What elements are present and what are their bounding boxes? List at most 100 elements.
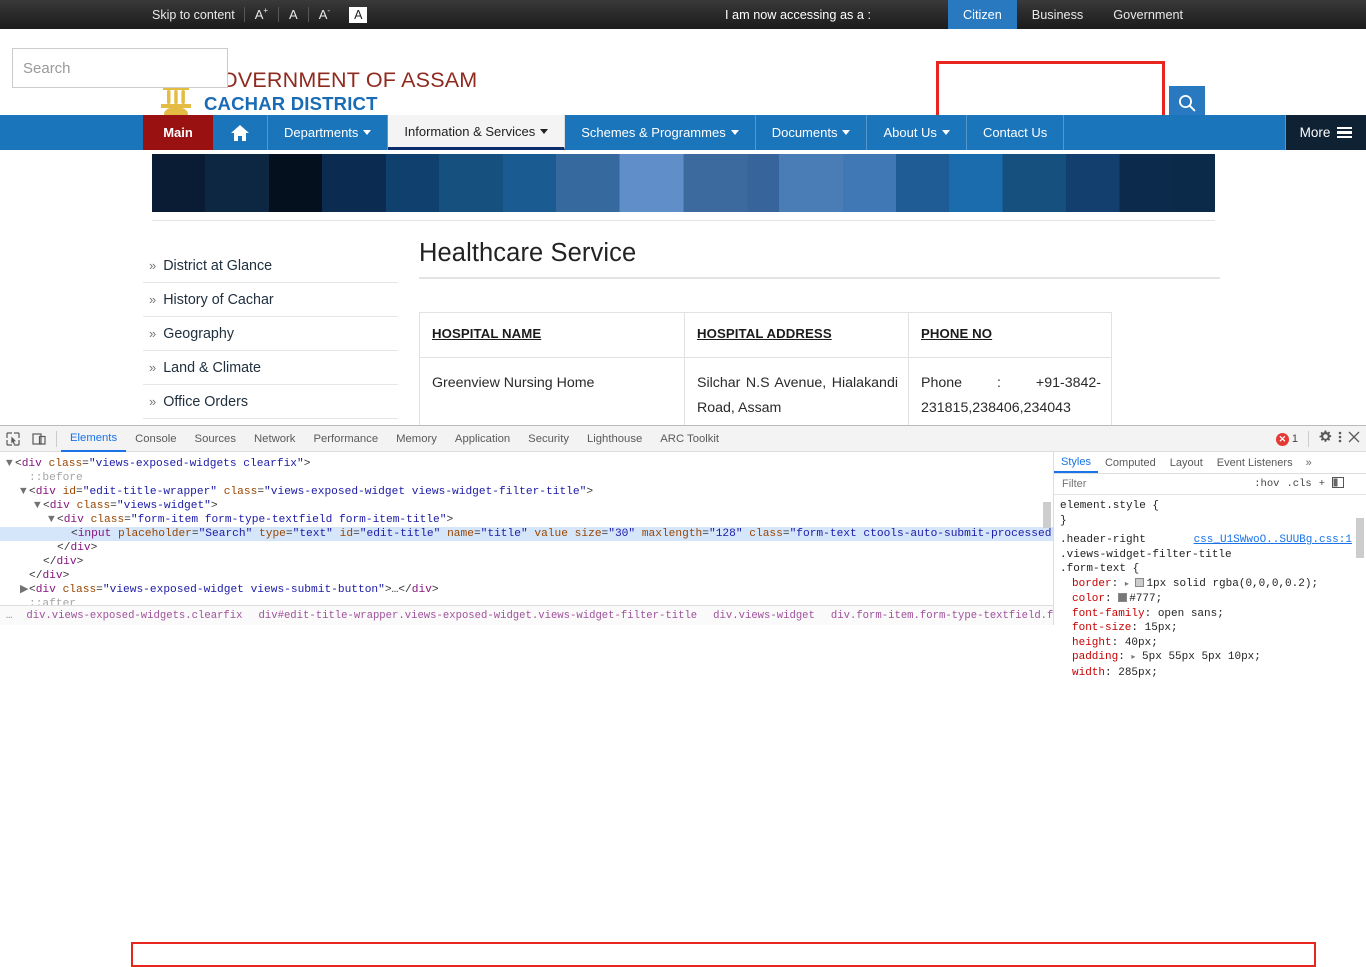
breadcrumb-overflow[interactable]: … bbox=[0, 610, 18, 622]
sidebar-item-office-orders[interactable]: » Office Orders bbox=[143, 385, 398, 419]
skip-to-content-link[interactable]: Skip to content bbox=[152, 8, 244, 22]
tab-lighthouse[interactable]: Lighthouse bbox=[578, 426, 651, 452]
dom-tree-line[interactable]: ▼ <div class="views-widget"> bbox=[0, 499, 1053, 513]
nav-item-documents[interactable]: Documents bbox=[756, 115, 868, 150]
dom-tree-line[interactable]: <input placeholder="Search" type="text" … bbox=[0, 527, 1053, 541]
font-normal-button[interactable]: A bbox=[279, 8, 308, 21]
nav-home-button[interactable] bbox=[213, 115, 268, 150]
tab-arc-toolkit[interactable]: ARC Toolkit bbox=[651, 426, 728, 452]
breadcrumb-item[interactable]: div.views-exposed-widgets.clearfix bbox=[18, 610, 250, 622]
styles-more-tabs-button[interactable]: » bbox=[1300, 452, 1318, 473]
high-contrast-button[interactable]: A bbox=[349, 6, 368, 23]
expand-shorthand-icon[interactable]: ▸ bbox=[1131, 653, 1135, 662]
expand-shorthand-icon[interactable]: ▸ bbox=[1125, 580, 1129, 589]
sidebar-item-geography[interactable]: » Geography bbox=[143, 317, 398, 351]
search-input[interactable] bbox=[12, 48, 228, 88]
style-property[interactable]: font-family bbox=[1072, 608, 1145, 620]
element-style-open[interactable]: element.style { bbox=[1060, 499, 1366, 514]
tab-event-listeners[interactable]: Event Listeners bbox=[1210, 452, 1300, 473]
style-value[interactable]: 1px solid rgba(0,0,0,0.2); bbox=[1146, 578, 1318, 590]
style-property[interactable]: padding bbox=[1072, 651, 1118, 663]
nav-item-information-services[interactable]: Information & Services bbox=[388, 115, 566, 150]
hov-toggle[interactable]: :hov bbox=[1254, 478, 1279, 490]
breadcrumb-item[interactable]: div.form-item.form-type-textfield.form-i… bbox=[823, 610, 1053, 622]
dom-scrollbar-thumb[interactable] bbox=[1043, 502, 1051, 528]
style-declaration[interactable]: font-size: 15px; bbox=[1060, 621, 1366, 636]
tab-styles[interactable]: Styles bbox=[1054, 452, 1098, 473]
breadcrumb-item[interactable]: div.views-widget bbox=[705, 610, 823, 622]
sidebar-item-district-at-glance[interactable]: » District at Glance bbox=[143, 249, 398, 283]
dom-tree-line[interactable]: </div> bbox=[0, 541, 1053, 555]
more-options-icon[interactable] bbox=[1338, 430, 1342, 449]
style-value[interactable]: open sans; bbox=[1158, 608, 1224, 620]
color-swatch[interactable] bbox=[1135, 577, 1145, 587]
dom-tree-line[interactable]: </div> bbox=[0, 555, 1053, 569]
expand-arrow-icon[interactable]: ▼ bbox=[34, 499, 43, 513]
dom-tree-line[interactable]: ▶<div class="views-exposed-widget views-… bbox=[0, 583, 1053, 597]
toggle-sidebar-icon[interactable] bbox=[1332, 476, 1344, 492]
nav-item-departments[interactable]: Departments bbox=[268, 115, 389, 150]
style-value[interactable]: 15px; bbox=[1145, 622, 1178, 634]
styles-filter-input[interactable] bbox=[1060, 477, 1230, 491]
tab-sources[interactable]: Sources bbox=[186, 426, 245, 452]
cls-toggle[interactable]: .cls bbox=[1286, 478, 1311, 490]
nav-item-about-us[interactable]: About Us bbox=[867, 115, 967, 150]
dom-tree-line[interactable]: ▼ <div class="form-item form-type-textfie… bbox=[0, 513, 1053, 527]
style-declaration[interactable]: font-family: open sans; bbox=[1060, 607, 1366, 622]
styles-scrollbar[interactable] bbox=[1355, 496, 1365, 625]
style-value[interactable]: #777; bbox=[1129, 593, 1162, 605]
nav-main-button[interactable]: Main bbox=[143, 115, 213, 150]
tab-network[interactable]: Network bbox=[245, 426, 304, 452]
style-declaration[interactable]: color: #777; bbox=[1060, 592, 1366, 607]
styles-scrollbar-thumb[interactable] bbox=[1356, 518, 1364, 558]
style-source-link[interactable]: css_U1SWwoO..SUUBg.css:1 bbox=[1194, 533, 1352, 548]
column-header-hospital-name[interactable]: HOSPITAL NAME bbox=[419, 312, 685, 358]
expand-arrow-icon[interactable]: ▼ bbox=[20, 485, 29, 499]
dom-tree-panel[interactable]: ▼ <div class="views-exposed-widgets clear… bbox=[0, 452, 1054, 625]
tab-performance[interactable]: Performance bbox=[304, 426, 387, 452]
settings-gear-icon[interactable] bbox=[1319, 430, 1332, 448]
dom-tree-line[interactable]: </div> bbox=[0, 569, 1053, 583]
persona-business[interactable]: Business bbox=[1017, 0, 1098, 29]
nav-more-button[interactable]: More bbox=[1286, 115, 1366, 150]
nav-item-contact-us[interactable]: Contact Us bbox=[967, 115, 1065, 150]
close-devtools-icon[interactable] bbox=[1348, 430, 1360, 448]
column-header-phone-no[interactable]: PHONE NO bbox=[908, 312, 1112, 358]
column-header-hospital-address[interactable]: HOSPITAL ADDRESS bbox=[684, 312, 909, 358]
persona-citizen[interactable]: Citizen bbox=[948, 0, 1017, 29]
sidebar-item-history-of-cachar[interactable]: » History of Cachar bbox=[143, 283, 398, 317]
nav-item-schemes-programmes[interactable]: Schemes & Programmes bbox=[565, 115, 756, 150]
expand-arrow-icon[interactable]: ▼ bbox=[48, 513, 57, 527]
tab-computed[interactable]: Computed bbox=[1098, 452, 1163, 473]
expand-arrow-icon[interactable]: ▶ bbox=[20, 583, 29, 597]
device-toolbar-button[interactable] bbox=[26, 427, 52, 451]
font-decrease-button[interactable]: A- bbox=[309, 7, 340, 22]
style-declaration[interactable]: height: 40px; bbox=[1060, 636, 1366, 651]
tab-application[interactable]: Application bbox=[446, 426, 519, 452]
style-property[interactable]: color bbox=[1072, 593, 1105, 605]
tab-memory[interactable]: Memory bbox=[387, 426, 446, 452]
new-style-rule-button[interactable]: + bbox=[1319, 478, 1325, 490]
style-property[interactable]: border bbox=[1072, 578, 1112, 590]
expand-arrow-icon[interactable]: ▼ bbox=[6, 457, 15, 471]
style-property[interactable]: height bbox=[1072, 637, 1112, 649]
color-swatch[interactable] bbox=[1118, 593, 1128, 602]
style-value[interactable]: 5px 55px 5px 10px; bbox=[1142, 651, 1261, 663]
inspect-element-button[interactable] bbox=[0, 427, 26, 451]
sidebar-item-land-climate[interactable]: » Land & Climate bbox=[143, 351, 398, 385]
style-value[interactable]: 40px; bbox=[1125, 637, 1158, 649]
style-property[interactable]: font-size bbox=[1072, 622, 1131, 634]
style-declaration[interactable]: padding: ▸ 5px 55px 5px 10px; bbox=[1060, 650, 1366, 666]
style-property[interactable]: width bbox=[1072, 667, 1105, 679]
dom-tree-line[interactable]: ::before bbox=[0, 471, 1053, 485]
persona-government[interactable]: Government bbox=[1098, 0, 1198, 29]
error-count-badge[interactable]: ✕ 1 bbox=[1275, 432, 1298, 446]
tab-security[interactable]: Security bbox=[519, 426, 578, 452]
tab-layout[interactable]: Layout bbox=[1163, 452, 1210, 473]
breadcrumb-item[interactable]: div#edit-title-wrapper.views-exposed-wid… bbox=[251, 610, 706, 622]
style-value[interactable]: 285px; bbox=[1118, 667, 1158, 679]
tab-elements[interactable]: Elements bbox=[61, 426, 127, 452]
dom-tree-line[interactable]: ▼ <div id="edit-title-wrapper" class="vie… bbox=[0, 485, 1053, 499]
dom-tree-line[interactable]: ▼ <div class="views-exposed-widgets clear… bbox=[0, 457, 1053, 471]
tab-console[interactable]: Console bbox=[126, 426, 185, 452]
